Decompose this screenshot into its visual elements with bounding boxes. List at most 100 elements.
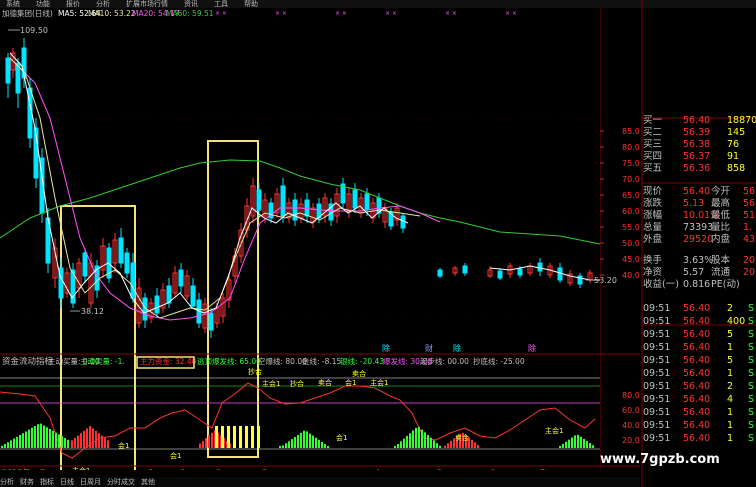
quote-cell: 56. <box>743 198 756 209</box>
kline-chart[interactable]: 109.50 38.12 53.20 除 财 除 除 主会1会1会1抄合主会1抄… <box>0 8 640 470</box>
tick-row: 09:51 56.40 4 S <box>643 394 756 406</box>
quote-cell: 5.57 <box>683 267 705 278</box>
candle-body[interactable] <box>256 189 262 211</box>
quote-cell: 0.816 <box>683 279 711 290</box>
candle-body[interactable] <box>190 285 196 307</box>
x-mark-icon: × × <box>385 10 397 17</box>
candle-body[interactable] <box>178 269 184 287</box>
event-mark[interactable]: 除 <box>528 343 536 353</box>
bottom-tab[interactable]: 分时成交 <box>107 478 135 486</box>
event-mark[interactable]: 除 <box>453 343 461 353</box>
menu-item[interactable]: 功能 <box>36 0 50 8</box>
quote-cell: 29520 <box>683 234 714 245</box>
x-mark-icon: × × <box>275 10 287 17</box>
signal-label: 抄合 <box>248 367 262 376</box>
menu-item[interactable]: 工具 <box>214 0 228 8</box>
menu-item[interactable]: 扩展市场行情 <box>126 0 168 8</box>
indicator-axis-label: 80.00 <box>622 391 640 400</box>
candle-body[interactable] <box>364 193 370 211</box>
date-axis-label: 7 <box>540 468 545 470</box>
quote-cell: 73393 <box>683 222 714 233</box>
indicator-bar <box>233 426 236 448</box>
quote-cell: 76 <box>727 139 740 150</box>
quote-cell: 56.40 <box>683 186 711 197</box>
quote-cell: 145 <box>727 127 746 138</box>
tick-row: 09:51 56.40 5 S <box>643 329 756 341</box>
quote-cell: 91 <box>727 151 740 162</box>
candle-body[interactable] <box>82 252 88 277</box>
candle-body[interactable] <box>577 275 583 285</box>
quote-stat-row: 换手 3.63%股本 20. <box>643 255 756 267</box>
date-axis-label: 7 <box>40 468 45 470</box>
menu-item[interactable]: 报价 <box>66 0 80 8</box>
ma60-line <box>0 159 601 245</box>
signal-label: 抄合 <box>290 379 304 388</box>
candle-body[interactable] <box>304 199 310 217</box>
candle-body[interactable] <box>497 270 503 279</box>
chart-header-text: 加德集团(日线) <box>2 8 53 18</box>
quote-cell: 20. <box>743 267 756 278</box>
quote-cell: 股本 <box>711 255 731 266</box>
quote-cell: S <box>748 303 755 314</box>
x-mark-icon: × × <box>335 10 347 17</box>
quote-cell: 56.40 <box>683 368 711 379</box>
quote-cell: S <box>748 355 755 366</box>
candle-body[interactable] <box>517 268 523 276</box>
candle-body[interactable] <box>352 189 358 209</box>
quote-cell: 09:51 <box>643 329 671 340</box>
candle-body[interactable] <box>154 295 160 314</box>
indicator-bar <box>221 426 224 448</box>
quote-cell: 买一 <box>643 115 663 126</box>
date-axis-label: 6 <box>490 468 495 470</box>
candle-body[interactable] <box>124 252 130 274</box>
bottom-tab[interactable]: 财务 <box>20 478 34 486</box>
price-axis-label: 80.00 <box>622 143 640 152</box>
event-mark[interactable]: 除 <box>382 343 390 353</box>
menu-item[interactable]: 系统 <box>6 0 20 8</box>
candle-body[interactable] <box>537 262 543 272</box>
bottom-tab[interactable]: 指标 <box>40 478 54 486</box>
quote-cell: 换手 <box>643 255 663 266</box>
signal-label: 主会1 <box>370 378 388 387</box>
menu-item[interactable]: 帮助 <box>244 0 258 8</box>
candle-body[interactable] <box>130 262 136 299</box>
indicator-bar <box>215 426 218 448</box>
signal-label: 会1 <box>336 433 347 442</box>
quote-cell: 56.40 <box>683 316 711 327</box>
quote-cell: 56.40 <box>683 381 711 392</box>
candle-body[interactable] <box>208 312 214 331</box>
bottom-tab[interactable]: 分析 <box>0 478 14 486</box>
quote-cell: 内盘 <box>711 234 731 245</box>
quote-cell: 净资 <box>643 267 663 278</box>
candle-body[interactable] <box>557 267 563 281</box>
event-mark[interactable]: 财 <box>425 343 433 353</box>
chart-header-text: MA60: 59.51 <box>166 9 214 18</box>
quote-cell: S <box>748 368 755 379</box>
signal-label: 会1 <box>170 451 181 460</box>
quote-cell: S <box>748 394 755 405</box>
quote-stat-row: 净资 5.57 流通 20. <box>643 267 756 279</box>
price-axis-label: 70.00 <box>622 175 640 184</box>
bottom-tab[interactable]: 日线 <box>60 478 74 486</box>
date-axis-label: 2 <box>216 468 221 470</box>
candle-body[interactable] <box>118 237 124 264</box>
bottom-tab[interactable]: 其他 <box>141 478 155 486</box>
date-axis-label: 3 <box>262 468 267 470</box>
quote-cell: 2 <box>727 303 734 314</box>
quote-cell: 56.40 <box>683 420 711 431</box>
candle-body[interactable] <box>462 265 468 274</box>
indicator-axis-label: 40.00 <box>622 421 640 430</box>
quote-cell: 09:51 <box>643 381 671 392</box>
candle-body[interactable] <box>5 57 11 84</box>
quote-cell: 今开 <box>711 186 731 197</box>
candle-body[interactable] <box>437 269 443 277</box>
bottom-tab[interactable]: 日周月 <box>80 478 101 486</box>
quote-cell: 56.39 <box>683 127 711 138</box>
quote-cell: 56.37 <box>683 151 711 162</box>
menu-item[interactable]: 资讯 <box>184 0 198 8</box>
quote-cell: 09:51 <box>643 368 671 379</box>
quote-cell: 09:51 <box>643 303 671 314</box>
candle-body[interactable] <box>280 185 286 217</box>
quote-cell: 1 <box>727 342 734 353</box>
menu-item[interactable]: 分析 <box>96 0 110 8</box>
